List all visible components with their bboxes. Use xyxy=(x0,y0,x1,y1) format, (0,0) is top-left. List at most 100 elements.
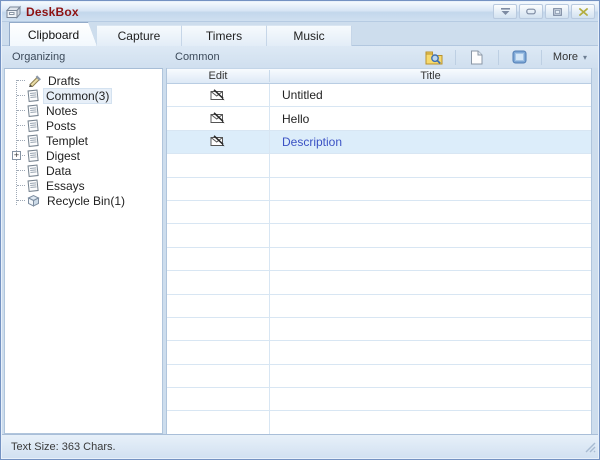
tree-item-common[interactable]: Common(3) xyxy=(5,88,162,103)
maximize-button[interactable] xyxy=(545,4,569,19)
status-text: Text Size: 363 Chars. xyxy=(11,441,116,453)
title-bar: DeskBox xyxy=(2,2,598,22)
tab-music-label: Music xyxy=(293,29,324,43)
table-row-empty[interactable] xyxy=(167,318,591,341)
tree-item-templet[interactable]: Templet xyxy=(5,133,162,148)
tree-item-label: Notes xyxy=(44,104,79,118)
edit-cell xyxy=(167,271,270,293)
document-icon xyxy=(27,134,39,147)
table-row-empty[interactable] xyxy=(167,411,591,434)
deskbox-logo-icon xyxy=(6,5,22,19)
table-row-empty[interactable] xyxy=(167,365,591,388)
tree-item-label: Common(3) xyxy=(44,89,111,103)
search-folder-button[interactable] xyxy=(421,48,447,67)
table-row-empty[interactable] xyxy=(167,178,591,201)
title-cell xyxy=(270,154,591,176)
edit-cell[interactable] xyxy=(167,131,270,153)
tree-item-drafts[interactable]: Drafts xyxy=(5,73,162,88)
edit-cell xyxy=(167,365,270,387)
tab-clipboard[interactable]: Clipboard xyxy=(9,22,97,46)
document-icon xyxy=(27,164,39,177)
toolbar-separator xyxy=(455,50,456,65)
tree-item-label: Drafts xyxy=(46,74,82,88)
tab-capture[interactable]: Capture xyxy=(97,25,182,46)
table-row-empty[interactable] xyxy=(167,271,591,294)
table-row-empty[interactable] xyxy=(167,154,591,177)
more-button[interactable]: More ▾ xyxy=(550,49,590,65)
new-document-icon xyxy=(470,50,483,65)
title-cell xyxy=(270,271,591,293)
edit-cell xyxy=(167,318,270,340)
title-cell xyxy=(270,295,591,317)
toolbar-separator xyxy=(541,50,542,65)
edit-envelope-pen-icon xyxy=(210,112,226,125)
status-bar: Text Size: 363 Chars. xyxy=(2,434,598,458)
tree-item-label: Recycle Bin(1) xyxy=(45,194,127,208)
tree-item-essays[interactable]: Essays xyxy=(5,178,162,193)
table-row-empty[interactable] xyxy=(167,341,591,364)
column-header-edit[interactable]: Edit xyxy=(167,70,270,82)
close-icon xyxy=(579,8,588,16)
window-controls xyxy=(491,4,595,19)
title-cell xyxy=(270,248,591,270)
edit-cell xyxy=(167,224,270,246)
edit-envelope-pen-icon xyxy=(210,135,226,148)
table-row-empty[interactable] xyxy=(167,248,591,271)
document-icon xyxy=(27,89,39,102)
tab-clipboard-label: Clipboard xyxy=(10,23,97,46)
folder-tree: Drafts Common(3) xyxy=(5,73,162,208)
table-row-empty[interactable] xyxy=(167,388,591,411)
edit-cell xyxy=(167,178,270,200)
organizing-header: Organizing xyxy=(2,51,164,63)
tree-item-notes[interactable]: Notes xyxy=(5,103,162,118)
column-header-title[interactable]: Title xyxy=(270,70,591,82)
toolbar-buttons: More ▾ xyxy=(421,48,598,67)
tree-item-label: Essays xyxy=(44,179,87,193)
table-row-untitled[interactable]: Untitled xyxy=(167,84,591,107)
title-cell xyxy=(270,388,591,410)
rollup-button[interactable] xyxy=(493,4,517,19)
tree-item-label: Data xyxy=(44,164,73,178)
expand-plus-icon[interactable]: + xyxy=(12,151,21,160)
title-cell xyxy=(270,201,591,223)
resize-grip-icon[interactable] xyxy=(584,441,596,456)
main-content: Drafts Common(3) xyxy=(2,68,598,434)
table-row-hello[interactable]: Hello xyxy=(167,107,591,130)
toolbar: Organizing Common xyxy=(2,46,598,68)
title-cell xyxy=(270,318,591,340)
window-title: DeskBox xyxy=(26,5,79,19)
tree-item-data[interactable]: Data xyxy=(5,163,162,178)
title-cell xyxy=(270,411,591,433)
minimize-button[interactable] xyxy=(519,4,543,19)
tab-timers[interactable]: Timers xyxy=(182,25,267,46)
edit-cell xyxy=(167,248,270,270)
table-row-description[interactable]: Description xyxy=(167,131,591,154)
edit-cell[interactable] xyxy=(167,107,270,129)
title-cell: Untitled xyxy=(270,84,591,106)
drafts-pen-icon xyxy=(27,74,41,87)
tree-item-label: Templet xyxy=(44,134,90,148)
organizing-tree-panel: Drafts Common(3) xyxy=(4,68,163,434)
title-cell xyxy=(270,178,591,200)
new-document-button[interactable] xyxy=(464,48,490,67)
edit-cell xyxy=(167,411,270,433)
list-header: Edit Title xyxy=(167,68,591,84)
table-row-empty[interactable] xyxy=(167,295,591,318)
tab-capture-label: Capture xyxy=(118,29,161,43)
tree-item-digest[interactable]: + Digest xyxy=(5,148,162,163)
recycle-bin-icon xyxy=(27,194,40,207)
close-button[interactable] xyxy=(571,4,595,19)
edit-cell[interactable] xyxy=(167,84,270,106)
table-row-empty[interactable] xyxy=(167,224,591,247)
tab-music[interactable]: Music xyxy=(267,25,352,46)
tab-bar: Clipboard Capture Timers Music xyxy=(2,22,598,46)
tree-item-label: Posts xyxy=(44,119,78,133)
tree-item-recycle-bin[interactable]: Recycle Bin(1) xyxy=(5,193,162,208)
minimize-icon xyxy=(526,8,536,15)
title-cell xyxy=(270,365,591,387)
common-header: Common xyxy=(164,51,421,63)
table-row-empty[interactable] xyxy=(167,201,591,224)
save-button[interactable] xyxy=(507,48,533,67)
document-icon xyxy=(27,179,39,192)
tree-item-posts[interactable]: Posts xyxy=(5,118,162,133)
